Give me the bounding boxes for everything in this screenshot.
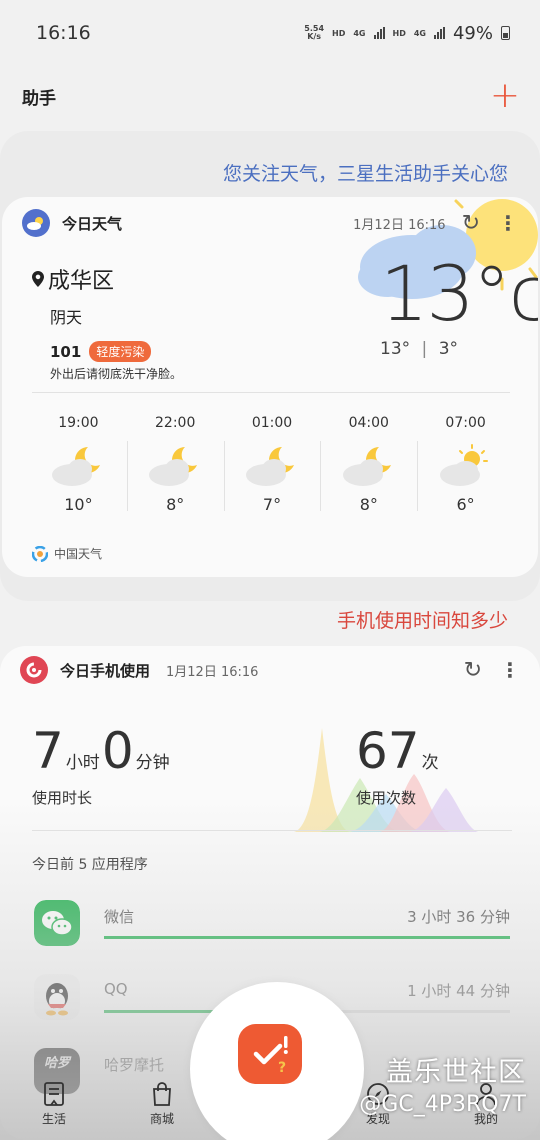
network-type-2: 4G — [413, 28, 426, 38]
air-quality: 101 轻度污染 — [50, 341, 152, 362]
divider — [32, 830, 512, 831]
battery-icon — [501, 26, 510, 40]
hd-badge: HD — [332, 28, 346, 38]
svg-text:?: ? — [278, 1060, 286, 1076]
cloudy-night-icon — [149, 447, 198, 486]
hd-badge-2: HD — [392, 28, 406, 38]
duration-label: 使用时长 — [32, 789, 93, 807]
weather-card-title: 今日天气 — [62, 214, 123, 233]
plus-icon[interactable]: + — [490, 78, 520, 114]
shopping-bag-icon — [153, 1081, 171, 1106]
weather-provider[interactable]: 中国天气 — [32, 545, 102, 562]
refresh-icon[interactable]: ↻ — [462, 211, 480, 236]
usage-count-value: 67 — [356, 722, 420, 780]
weather-app-icon — [22, 209, 50, 237]
hourly-item: 04:00 8° — [320, 415, 417, 514]
cloudy-day-icon — [439, 444, 488, 486]
usage-date: 1月12日 16:16 — [166, 664, 259, 680]
weather-date: 1月12日 16:16 — [353, 217, 446, 233]
weather-advice: 外出后请彻底洗干净脸。 — [50, 367, 183, 381]
cloudy-night-icon — [52, 447, 101, 486]
aqi-value: 101 — [50, 342, 82, 361]
network-type: 4G — [353, 28, 366, 38]
app-name: QQ — [104, 980, 128, 998]
hourly-item: 19:00 10° — [30, 415, 127, 514]
usage-banner: 手机使用时间知多少 — [336, 610, 508, 632]
nav-item-life[interactable]: 生活 — [0, 1068, 108, 1140]
app-time: 1 小时 44 分钟 — [407, 982, 510, 1000]
more-icon[interactable]: ⋮ — [500, 658, 520, 682]
tasks-fab-button[interactable]: ? — [238, 1024, 302, 1084]
top5-label: 今日前 5 应用程序 — [32, 857, 148, 873]
usage-card-header: 今日手机使用 1月12日 16:16 ↻ ⋮ — [20, 656, 520, 684]
usage-duration: 7 小时0 分钟 — [32, 722, 170, 780]
life-icon — [44, 1081, 64, 1106]
clock: 16:16 — [36, 22, 91, 44]
nav-label: 商城 — [149, 1111, 174, 1126]
location-name: 成华区 — [48, 269, 115, 294]
nav-label: 生活 — [41, 1111, 66, 1126]
aqi-badge: 轻度污染 — [89, 341, 152, 362]
temp-high: 13° — [380, 339, 411, 359]
hourly-item: 07:00 6° — [417, 415, 514, 514]
status-bar: 16:16 5.54 K/s HD 4G HD 4G 49% — [0, 0, 540, 66]
temperature-range: 13° | 3° — [380, 339, 459, 359]
watermark-community: 盖乐世社区 — [386, 1057, 526, 1088]
qq-icon — [34, 974, 80, 1020]
app-usage-row[interactable]: 微信 3 小时 36 分钟 — [34, 900, 510, 960]
usage-app-icon — [20, 656, 48, 684]
watermark-handle: @GC_4P3RQ7T — [359, 1092, 526, 1117]
hourly-item: 22:00 8° — [126, 415, 224, 514]
cloudy-night-icon — [245, 447, 294, 486]
weather-card[interactable]: 今日天气 1月12日 16:16 ↻ ⋮ 成华区 阴天 13°c 13° | 3… — [2, 197, 538, 577]
divider — [32, 392, 510, 393]
app-time: 3 小时 36 分钟 — [407, 908, 510, 926]
weather-banner: 您关注天气，三星生活助手关心您 — [222, 163, 508, 185]
app-name: 微信 — [104, 908, 135, 926]
hourly-item: 01:00 7° — [223, 415, 321, 514]
count-label: 使用次数 — [356, 789, 417, 807]
check-alert-icon: ? — [253, 1036, 288, 1076]
signal-icon — [373, 27, 385, 39]
usage-count: 67 次 — [356, 722, 439, 780]
wechat-icon — [34, 900, 80, 946]
location-pin-icon — [32, 271, 44, 287]
weather-condition: 阴天 — [50, 308, 83, 327]
location: 成华区 — [32, 263, 114, 295]
weather-card-header: 今日天气 1月12日 16:16 ↻ ⋮ — [22, 209, 518, 237]
more-icon[interactable]: ⋮ — [498, 211, 518, 235]
china-weather-logo-icon — [32, 545, 48, 562]
usage-card-title: 今日手机使用 — [60, 661, 151, 680]
usage-minutes: 0 — [101, 722, 134, 780]
refresh-icon[interactable]: ↻ — [464, 658, 482, 683]
usage-bar-fill — [104, 936, 510, 939]
cloudy-night-icon — [342, 447, 391, 486]
network-speed: 5.54 K/s — [304, 24, 325, 41]
usage-bar — [104, 936, 510, 939]
app-header: 助手 + — [0, 66, 540, 126]
hourly-forecast: 19:00 10° 22:00 8° 01:00 7° 04:00 8° 07:… — [30, 415, 514, 514]
signal-icon-2 — [433, 27, 445, 39]
current-temperature: 13°c — [380, 249, 538, 338]
page-title: 助手 — [22, 88, 56, 109]
status-icons: 5.54 K/s HD 4G HD 4G 49% — [304, 23, 510, 44]
temp-low: 3° — [438, 339, 459, 359]
battery-percent: 49% — [452, 22, 493, 44]
usage-hours: 7 — [32, 722, 64, 780]
provider-name: 中国天气 — [54, 547, 103, 561]
